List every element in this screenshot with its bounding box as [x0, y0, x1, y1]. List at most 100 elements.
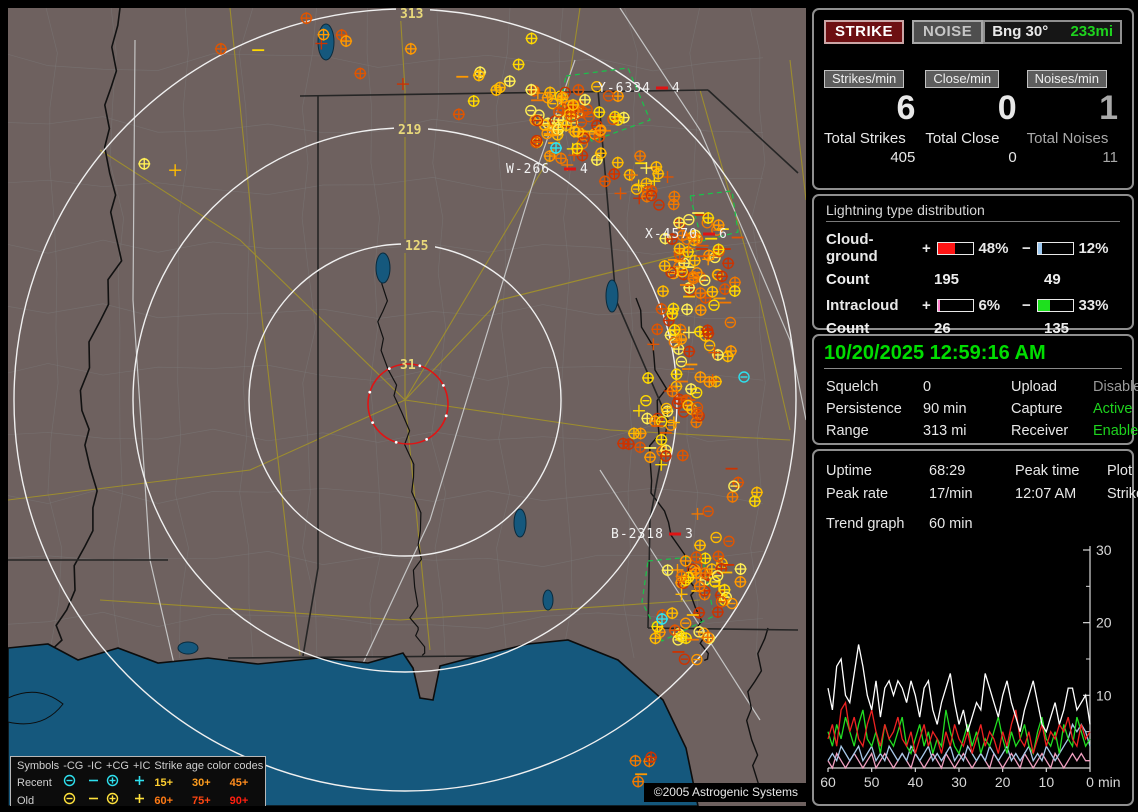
status-label: Squelch — [826, 379, 879, 395]
cg-positive-count: 195 — [934, 271, 960, 288]
svg-text:4: 4 — [580, 162, 588, 177]
svg-text:20: 20 — [1096, 615, 1112, 631]
legend-col-nic: -IC — [87, 760, 103, 772]
legend-age-header: Strike age color codes — [154, 760, 264, 772]
status-label: Upload — [1011, 379, 1057, 395]
trend-graph-value[interactable]: 60 min — [929, 516, 1122, 532]
svg-text:W-266: W-266 — [506, 162, 550, 177]
svg-text:6: 6 — [719, 227, 727, 242]
ic-positive-pct: 6% — [978, 297, 1001, 314]
noises-rate-value: 1 — [1099, 89, 1118, 127]
total-close-label: Total Close — [925, 130, 1000, 147]
info-trend-panel: Uptime 68:29 Peak time Plot Peak rate 17… — [812, 449, 1138, 806]
noises-per-min-badge: Noises/min — [1026, 70, 1107, 88]
peak-time-value: 12:07 AM — [1015, 486, 1077, 502]
map-legend: Symbols -CG -IC +CG +IC Strike age color… — [10, 756, 266, 806]
legend-symbols-header: Symbols — [17, 760, 60, 772]
svg-text:50: 50 — [864, 774, 880, 790]
status-panel: 10/20/2025 12:59:16 AM Squelch 0 Upload Dis… — [812, 334, 1138, 445]
count-label: Count — [826, 271, 870, 288]
trend-graph-row: Trend graph 60 min — [826, 516, 1122, 532]
status-label: Capture — [1011, 401, 1063, 417]
svg-text:60: 60 — [820, 774, 836, 790]
status-value: 0 — [923, 379, 932, 395]
trend-graph-chart: 10 20 30 60 50 40 30 20 10 0 min — [820, 542, 1121, 790]
legend-col-ncg: -CG — [63, 760, 84, 772]
minus-sign: − — [1022, 297, 1031, 314]
cg-positive-bar — [936, 241, 975, 255]
plot-header: Plot — [1107, 463, 1132, 479]
legend-col-pic: +IC — [132, 760, 151, 772]
svg-text:313: 313 — [400, 8, 423, 22]
legend-recent-row: Recent 15+ 30+ 45+ — [15, 774, 265, 792]
total-strikes-label: Total Strikes — [824, 130, 906, 147]
intracloud-row: Intracloud + 6% − 33% — [826, 297, 1120, 314]
circle-minus-icon — [63, 774, 76, 787]
svg-text:4: 4 — [672, 81, 680, 96]
svg-text:10: 10 — [1039, 774, 1055, 790]
svg-text:10: 10 — [1096, 687, 1112, 703]
noise-mode-button[interactable]: NOISE — [912, 20, 984, 44]
cg-negative-pct: 12% — [1078, 239, 1109, 257]
status-label: Persistence — [826, 401, 902, 417]
close-rate-value: 0 — [997, 89, 1017, 127]
peak-rate-label: Peak rate — [826, 486, 889, 502]
peak-rate-value: 17/min — [929, 486, 973, 502]
peak-time-header: Peak time — [1015, 463, 1080, 479]
svg-text:219: 219 — [398, 123, 421, 138]
circle-minus-icon — [63, 792, 76, 805]
svg-text:30: 30 — [1096, 542, 1112, 558]
cloud-ground-label: Cloud-ground — [826, 231, 878, 265]
bearing-readout: Bng 30° 233mi — [983, 20, 1122, 44]
minus-icon — [89, 779, 99, 782]
total-strikes-value: 405 — [890, 149, 916, 166]
bearing-label: Bng 30° — [992, 23, 1049, 40]
info-grid: Uptime 68:29 Peak time Plot Peak rate 17… — [826, 463, 1138, 502]
intracloud-label: Intracloud — [826, 297, 899, 314]
plus-icon — [134, 794, 144, 803]
strikes-per-min-badge: Strikes/min — [824, 70, 905, 88]
svg-text:125: 125 — [405, 239, 428, 254]
svg-text:min: min — [1098, 774, 1121, 790]
plus-sign: + — [922, 297, 931, 314]
svg-text:31: 31 — [400, 358, 416, 373]
trend-graph-label: Trend graph — [826, 516, 905, 532]
ic-negative-pct: 33% — [1078, 297, 1109, 314]
map-canvas[interactable]: 313 219 125 31 Y-6334 4 W-266 4 X-4570 6 B-2318 3 — [8, 8, 806, 806]
legend-row-label: Old — [17, 794, 35, 807]
age-code: 30+ — [192, 776, 211, 789]
age-code: 15+ — [154, 776, 174, 789]
plus-icon — [134, 776, 144, 785]
status-value: Active — [1093, 401, 1133, 417]
age-code: 45+ — [229, 776, 249, 789]
cg-negative-count: 49 — [1044, 271, 1061, 288]
age-code: 60+ — [154, 794, 174, 807]
copyright-text: ©2005 Astrogenic Systems — [643, 783, 806, 802]
circle-plus-icon — [106, 774, 119, 787]
cloud-ground-count-row: Count 195 49 — [826, 271, 1120, 288]
status-value: 313 mi — [923, 423, 967, 439]
uptime-value: 68:29 — [929, 463, 966, 479]
svg-text:20: 20 — [995, 774, 1011, 790]
minus-icon — [89, 797, 99, 800]
status-value: Enabled — [1093, 423, 1138, 439]
status-label: Range — [826, 423, 869, 439]
legend-old-row: Old 60+ 75+ 90+ — [15, 792, 265, 806]
age-code: 75+ — [192, 794, 211, 807]
datetime-display: 10/20/2025 12:59:16 AM — [824, 342, 1122, 369]
noises-counter: Noises/min 1 Total Noises 11 — [1026, 70, 1122, 166]
cg-positive-pct: 48% — [978, 239, 1009, 257]
lightning-map[interactable]: 313 219 125 31 Y-6334 4 W-266 4 X-4570 6 B-2318 3 S… — [8, 8, 806, 806]
svg-text:Y-6334: Y-6334 — [598, 81, 651, 96]
uptime-label: Uptime — [826, 463, 872, 479]
strikes-counter: Strikes/min 6 Total Strikes 405 — [824, 70, 919, 166]
status-grid: Squelch 0 Upload Disabled Persistence 90 min C… — [826, 379, 1138, 439]
svg-text:X-4570: X-4570 — [645, 227, 698, 242]
plus-sign: + — [922, 239, 931, 257]
circle-plus-icon — [106, 792, 119, 805]
total-noises-value: 11 — [1102, 149, 1118, 166]
strike-mode-button[interactable]: STRIKE — [824, 20, 905, 44]
cloud-ground-row: Cloud-ground + 48% − 12% — [826, 231, 1120, 265]
ic-positive-bar — [936, 299, 975, 312]
distribution-title: Lightning type distribution — [826, 202, 1120, 222]
